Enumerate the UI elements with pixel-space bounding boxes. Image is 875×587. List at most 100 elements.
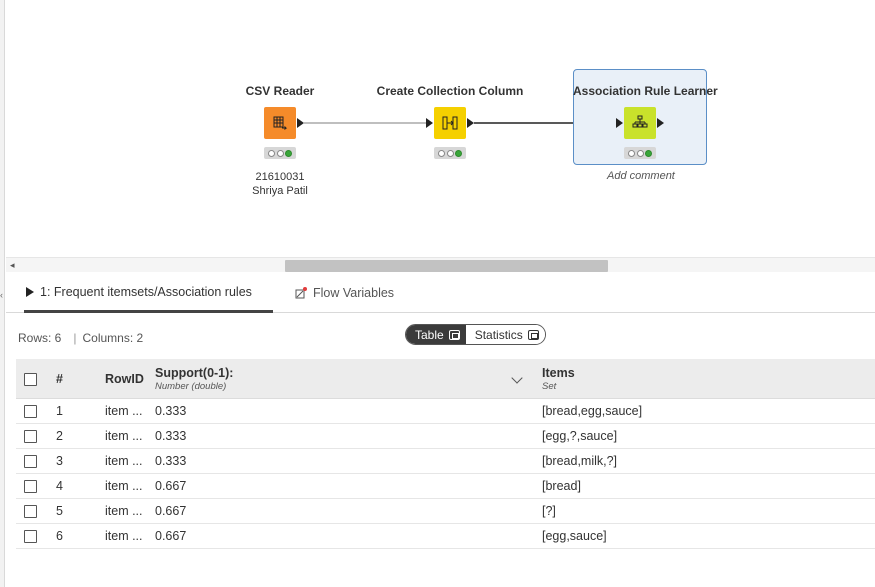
- chevron-down-icon[interactable]: [511, 372, 523, 384]
- status-light-green: [645, 149, 653, 157]
- checkbox-cell: [24, 474, 37, 498]
- table-row[interactable]: 3 item ... 0.333 [bread,milk,?]: [16, 449, 875, 474]
- popout-icon[interactable]: [448, 329, 460, 340]
- table-row[interactable]: 5 item ... 0.667 [?]: [16, 499, 875, 524]
- table-row[interactable]: 1 item ... 0.333 [bread,egg,sauce]: [16, 399, 875, 424]
- checkbox-cell: [24, 424, 37, 448]
- scroll-left-icon[interactable]: ◂: [10, 260, 15, 271]
- tab-label: 1: Frequent itemsets/Association rules: [40, 284, 252, 299]
- tab-flow-variables[interactable]: Flow Variables: [295, 273, 394, 313]
- csv-reader-node[interactable]: [264, 107, 296, 139]
- status-light-red: [267, 149, 275, 157]
- row-checkbox[interactable]: [24, 504, 37, 518]
- horizontal-scrollbar[interactable]: ◂: [6, 257, 875, 272]
- items-cell[interactable]: [bread,egg,sauce]: [542, 399, 642, 423]
- output-port[interactable]: [467, 118, 474, 128]
- rowid-cell[interactable]: item ...: [105, 474, 143, 498]
- row-count: Rows: 6: [18, 331, 62, 345]
- column-header-label: #: [56, 372, 63, 386]
- table-body: 1 item ... 0.333 [bread,egg,sauce] 2 item ...…: [16, 399, 875, 549]
- rowid-cell[interactable]: item ...: [105, 449, 143, 473]
- row-index-cell[interactable]: 3: [56, 449, 63, 473]
- row-index-cell[interactable]: 4: [56, 474, 63, 498]
- column-header-index[interactable]: #: [56, 359, 63, 399]
- association-rule-icon: [632, 115, 648, 128]
- rowid-cell[interactable]: item ...: [105, 399, 143, 423]
- row-checkbox[interactable]: [24, 429, 37, 443]
- table-view-label: Table: [415, 327, 444, 342]
- output-port[interactable]: [297, 118, 304, 128]
- support-cell[interactable]: 0.667: [155, 474, 186, 498]
- table-info: Rows: 6 | Columns: 2: [18, 331, 143, 345]
- support-cell[interactable]: 0.667: [155, 524, 186, 548]
- scrollbar-thumb[interactable]: [285, 260, 608, 272]
- create-collection-column-node[interactable]: [434, 107, 466, 139]
- support-cell[interactable]: 0.333: [155, 449, 186, 473]
- support-cell[interactable]: 0.333: [155, 399, 186, 423]
- checkbox-cell: [24, 399, 37, 423]
- column-header-label: Support(0-1):: [155, 366, 234, 380]
- status-light-red: [627, 149, 635, 157]
- node-status-association-rule-learner: [624, 147, 656, 159]
- row-index-cell[interactable]: 2: [56, 424, 63, 448]
- collapse-left-icon[interactable]: ‹: [0, 290, 3, 300]
- items-cell[interactable]: [egg,?,sauce]: [542, 424, 617, 448]
- tab-frequent-itemsets[interactable]: 1: Frequent itemsets/Association rules: [24, 273, 273, 313]
- items-cell[interactable]: [?]: [542, 499, 556, 523]
- support-cell[interactable]: 0.333: [155, 424, 186, 448]
- select-all-checkbox[interactable]: [24, 372, 37, 386]
- info-separator: |: [73, 331, 77, 345]
- status-light-yellow: [636, 149, 644, 157]
- row-checkbox[interactable]: [24, 479, 37, 493]
- status-light-yellow: [276, 149, 284, 157]
- tab-label: Flow Variables: [313, 286, 395, 300]
- node-title-csv-reader[interactable]: CSV Reader: [238, 84, 322, 98]
- items-cell[interactable]: [bread,milk,?]: [542, 449, 617, 473]
- checkbox-cell: [24, 499, 37, 523]
- node-label-line-1[interactable]: 21610031: [240, 170, 320, 184]
- column-header-items[interactable]: Items Set: [542, 359, 575, 399]
- column-count: Columns: 2: [82, 331, 144, 345]
- input-port[interactable]: [616, 118, 623, 128]
- row-index-cell[interactable]: 5: [56, 499, 63, 523]
- column-header-label: Items: [542, 366, 575, 380]
- node-label-line-2[interactable]: Shriya Patil: [240, 184, 320, 198]
- statistics-view-label: Statistics: [474, 327, 523, 342]
- row-index-cell[interactable]: 1: [56, 399, 63, 423]
- add-comment-link[interactable]: Add comment: [607, 170, 675, 182]
- status-light-yellow: [446, 149, 454, 157]
- csv-reader-icon: [273, 116, 288, 130]
- select-all-cell: [24, 359, 37, 399]
- table-header: # RowID Support(0-1): Number (double) It…: [16, 359, 875, 399]
- popout-icon[interactable]: [527, 329, 539, 340]
- row-checkbox[interactable]: [24, 529, 37, 543]
- flow-variables-icon: [295, 287, 307, 299]
- workflow-canvas[interactable]: CSV Reader 21610031 Shriya Patil Create …: [6, 0, 875, 257]
- column-header-rowid[interactable]: RowID: [105, 359, 144, 399]
- checkbox-cell: [24, 449, 37, 473]
- table-row[interactable]: 4 item ... 0.667 [bread]: [16, 474, 875, 499]
- table-row[interactable]: 2 item ... 0.333 [egg,?,sauce]: [16, 424, 875, 449]
- table-view-button[interactable]: Table: [406, 325, 466, 344]
- items-cell[interactable]: [bread]: [542, 474, 581, 498]
- statistics-view-button[interactable]: Statistics: [465, 325, 545, 344]
- rowid-cell[interactable]: item ...: [105, 499, 143, 523]
- items-cell[interactable]: [egg,sauce]: [542, 524, 607, 548]
- input-port[interactable]: [426, 118, 433, 128]
- association-rule-learner-node[interactable]: [624, 107, 656, 139]
- output-port[interactable]: [657, 118, 664, 128]
- node-status-csv-reader: [264, 147, 296, 159]
- rowid-cell[interactable]: item ...: [105, 424, 143, 448]
- row-checkbox[interactable]: [24, 404, 37, 418]
- status-light-green: [285, 149, 293, 157]
- table-row[interactable]: 6 item ... 0.667 [egg,sauce]: [16, 524, 875, 549]
- support-cell[interactable]: 0.667: [155, 499, 186, 523]
- row-checkbox[interactable]: [24, 454, 37, 468]
- column-header-support[interactable]: Support(0-1): Number (double): [155, 359, 233, 399]
- row-index-cell[interactable]: 6: [56, 524, 63, 548]
- node-title-create-collection-column[interactable]: Create Collection Column: [376, 84, 524, 98]
- rowid-cell[interactable]: item ...: [105, 524, 143, 548]
- checkbox-cell: [24, 524, 37, 548]
- output-tabs: 1: Frequent itemsets/Association rules F…: [6, 273, 875, 313]
- node-title-association-rule-learner[interactable]: Association Rule Learner: [573, 84, 718, 98]
